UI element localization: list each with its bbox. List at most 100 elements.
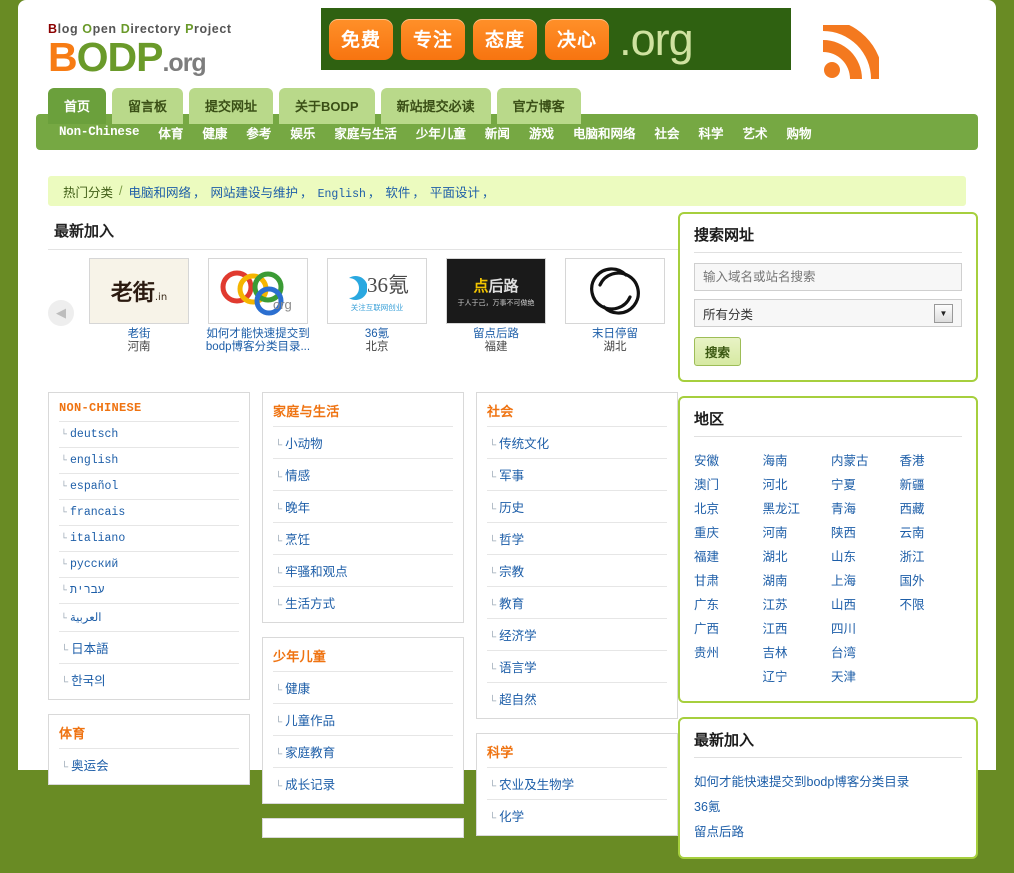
category-link[interactable]: └ english (59, 447, 239, 473)
region-link[interactable]: 山东 (831, 543, 894, 567)
chevron-down-icon[interactable]: ▼ (934, 303, 953, 323)
tab-3[interactable]: 提交网址 (189, 88, 274, 124)
nav-item-4[interactable]: 参考 (246, 123, 271, 142)
hot-category-link[interactable]: 电脑和网络 (129, 186, 192, 200)
region-link[interactable]: 海南 (763, 447, 826, 471)
tab-2[interactable]: 留言板 (112, 88, 184, 124)
site-logo[interactable]: Blog Open Directory Project BODP.org (48, 22, 232, 78)
region-link[interactable]: 河北 (763, 471, 826, 495)
carousel-item-label[interactable]: 老街 (84, 328, 194, 341)
category-link[interactable]: └ 生活方式 (273, 586, 453, 618)
region-link[interactable]: 河南 (763, 519, 826, 543)
region-link[interactable]: 上海 (831, 567, 894, 591)
region-link[interactable]: 澳门 (694, 471, 757, 495)
category-link[interactable]: └ 宗教 (487, 554, 667, 586)
region-link[interactable]: 湖南 (763, 567, 826, 591)
region-link[interactable]: 青海 (831, 495, 894, 519)
site-thumbnail[interactable]: 36氪 关注互联网创业 (327, 258, 427, 324)
category-link[interactable]: └ 小动物 (273, 426, 453, 458)
new-addition-link[interactable]: 如何才能快速提交到bodp博客分类目录 (694, 768, 962, 793)
category-link[interactable]: └ 奥运会 (59, 748, 239, 780)
category-link[interactable]: └ 日本語 (59, 631, 239, 663)
category-link[interactable]: └ 化学 (487, 799, 667, 831)
category-link[interactable]: └ 农业及生物学 (487, 767, 667, 799)
nav-item-1[interactable]: Non-Chinese (59, 125, 140, 139)
category-link[interactable]: └ עברית (59, 577, 239, 603)
region-link[interactable]: 山西 (831, 591, 894, 615)
site-thumbnail[interactable] (565, 258, 665, 324)
category-box-title[interactable]: 少年儿童 (273, 646, 453, 671)
region-link[interactable]: 贵州 (694, 639, 757, 663)
nav-item-2[interactable]: 体育 (158, 123, 183, 142)
carousel-item[interactable]: org 如何才能快速提交到bodp博客分类目录... (203, 258, 313, 354)
hot-category-link[interactable]: 网站建设与维护 (211, 186, 299, 200)
region-link[interactable]: 天津 (831, 663, 894, 687)
tab-4[interactable]: 关于BODP (279, 88, 375, 124)
nav-item-9[interactable]: 游戏 (529, 123, 554, 142)
category-box-title[interactable]: 科学 (487, 742, 667, 767)
hot-category-link[interactable]: 平面设计 (430, 186, 480, 200)
category-link[interactable]: └ 家庭教育 (273, 735, 453, 767)
region-link[interactable]: 安徽 (694, 447, 757, 471)
carousel-item[interactable]: 老街.in 老街 河南 (84, 258, 194, 354)
region-link[interactable]: 福建 (694, 543, 757, 567)
region-link[interactable]: 江苏 (763, 591, 826, 615)
category-link[interactable]: └ 烹饪 (273, 522, 453, 554)
category-link[interactable]: └ francais (59, 499, 239, 525)
carousel-prev-button[interactable]: ◀ (48, 300, 74, 326)
nav-item-5[interactable]: 娱乐 (290, 123, 315, 142)
region-link[interactable]: 云南 (900, 519, 963, 543)
category-box-title[interactable]: 社会 (487, 401, 667, 426)
site-thumbnail[interactable]: org (208, 258, 308, 324)
category-box-title[interactable]: 家庭与生活 (273, 401, 453, 426)
region-link[interactable]: 广东 (694, 591, 757, 615)
tab-6[interactable]: 官方博客 (496, 88, 581, 124)
region-link[interactable]: 宁夏 (831, 471, 894, 495)
category-link[interactable]: └ español (59, 473, 239, 499)
region-link[interactable]: 四川 (831, 615, 894, 639)
category-link[interactable]: └ 历史 (487, 490, 667, 522)
region-link[interactable]: 北京 (694, 495, 757, 519)
rss-icon[interactable] (821, 19, 883, 81)
region-link[interactable]: 台湾 (831, 639, 894, 663)
carousel-item[interactable]: 点后路 于人于己，万事不可做绝 留点后路 福建 (441, 258, 551, 354)
category-link[interactable]: └ 한국의 (59, 663, 239, 695)
category-link[interactable]: └ 传统文化 (487, 426, 667, 458)
category-link[interactable]: └ 语言学 (487, 650, 667, 682)
region-link[interactable]: 辽宁 (763, 663, 826, 687)
region-link[interactable]: 湖北 (763, 543, 826, 567)
category-link[interactable]: └ 超自然 (487, 682, 667, 714)
carousel-item-label[interactable]: 36氪 (322, 328, 432, 341)
tab-1[interactable]: 首页 (48, 88, 107, 124)
region-link[interactable]: 西藏 (900, 495, 963, 519)
region-link[interactable]: 浙江 (900, 543, 963, 567)
region-link[interactable]: 黑龙江 (763, 495, 826, 519)
new-addition-link[interactable]: 36氪 (694, 793, 962, 818)
category-box-title[interactable] (273, 827, 453, 833)
nav-item-11[interactable]: 社会 (654, 123, 679, 142)
new-addition-link[interactable]: 留点后路 (694, 818, 962, 843)
nav-item-3[interactable]: 健康 (202, 123, 227, 142)
region-link[interactable]: 吉林 (763, 639, 826, 663)
region-link[interactable]: 江西 (763, 615, 826, 639)
category-link[interactable]: └ deutsch (59, 421, 239, 447)
category-link[interactable]: └ 晚年 (273, 490, 453, 522)
region-link[interactable]: 香港 (900, 447, 963, 471)
category-link[interactable]: └ 经济学 (487, 618, 667, 650)
region-link[interactable]: 广西 (694, 615, 757, 639)
category-link[interactable]: └ 哲学 (487, 522, 667, 554)
category-link[interactable]: └ 儿童作品 (273, 703, 453, 735)
carousel-item-label[interactable]: 末日停留 (560, 328, 670, 341)
category-link[interactable]: └ 教育 (487, 586, 667, 618)
category-select[interactable]: 所有分类 ▼ (694, 299, 962, 327)
category-box-title[interactable]: 体育 (59, 723, 239, 748)
category-box-title[interactable]: NON-CHINESE (59, 401, 239, 421)
category-link[interactable]: └ 情感 (273, 458, 453, 490)
carousel-item[interactable]: 36氪 关注互联网创业 36氪 北京 (322, 258, 432, 354)
hot-category-link[interactable]: 软件 (385, 186, 410, 200)
region-link[interactable]: 新疆 (900, 471, 963, 495)
hot-category-link[interactable]: English (318, 188, 366, 201)
nav-item-12[interactable]: 科学 (698, 123, 723, 142)
carousel-item[interactable]: 末日停留 湖北 (560, 258, 670, 354)
category-link[interactable]: └ 成长记录 (273, 767, 453, 799)
